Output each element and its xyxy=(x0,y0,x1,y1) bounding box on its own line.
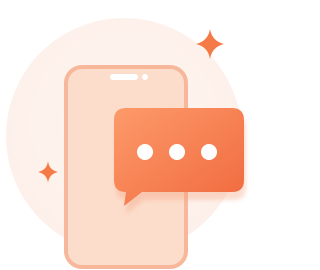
phone-speaker xyxy=(110,74,138,80)
illustration-canvas xyxy=(6,18,246,269)
chat-bubble-icon xyxy=(114,108,244,206)
typing-dot xyxy=(169,144,185,160)
typing-dot xyxy=(137,144,153,160)
typing-dot xyxy=(201,144,217,160)
empty-state-illustration xyxy=(0,0,250,270)
phone-camera xyxy=(142,74,148,80)
typing-dots-icon xyxy=(137,144,217,160)
